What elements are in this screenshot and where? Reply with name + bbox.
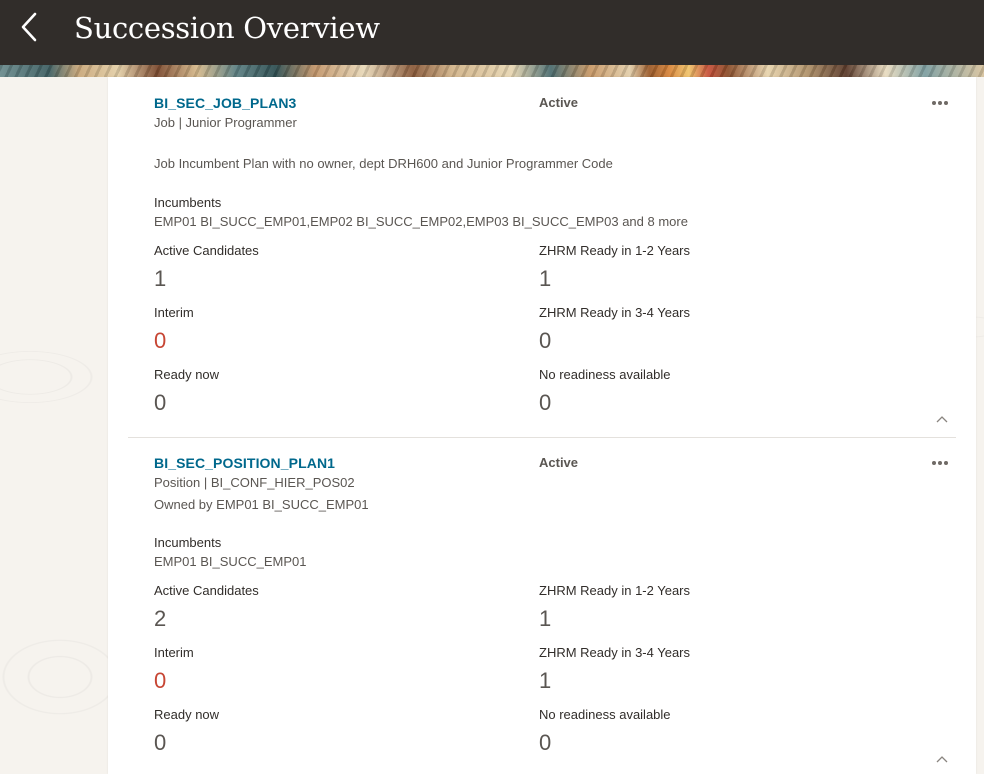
ready-3-4-value: 1 bbox=[539, 668, 552, 693]
ready-now-value: 0 bbox=[154, 730, 167, 755]
chevron-left-icon bbox=[21, 12, 37, 42]
interim-value: 0 bbox=[154, 328, 167, 353]
active-candidates-value: 2 bbox=[154, 606, 167, 631]
plan-description: Job Incumbent Plan with no owner, dept D… bbox=[154, 156, 613, 171]
interim-label: Interim bbox=[154, 305, 194, 320]
app-header: Succession Overview bbox=[0, 0, 984, 65]
incumbents-value: EMP01 BI_SUCC_EMP01,EMP02 BI_SUCC_EMP02,… bbox=[154, 214, 688, 229]
plan-name-link[interactable]: BI_SEC_JOB_PLAN3 bbox=[154, 95, 296, 111]
more-dot bbox=[938, 101, 942, 105]
chevron-up-icon bbox=[936, 416, 948, 423]
ready-now-value: 0 bbox=[154, 390, 167, 415]
active-candidates-label: Active Candidates bbox=[154, 583, 259, 598]
active-candidates-value: 1 bbox=[154, 266, 167, 291]
succession-plan-card: BI_SEC_JOB_PLAN3 Active Job | Junior Pro… bbox=[128, 95, 956, 435]
ready-now-label: Ready now bbox=[154, 367, 220, 382]
interim-label: Interim bbox=[154, 645, 194, 660]
more-dot bbox=[938, 461, 942, 465]
plan-divider bbox=[128, 437, 956, 438]
more-dots-icon bbox=[932, 101, 936, 105]
plan-status: Active bbox=[539, 95, 579, 110]
no-readiness-value: 0 bbox=[539, 390, 552, 415]
ready-3-4-label: ZHRM Ready in 3-4 Years bbox=[539, 305, 691, 320]
succession-plans-panel[interactable]: BI_SEC_JOB_PLAN3 Active Job | Junior Pro… bbox=[108, 77, 976, 774]
succession-plan-card: BI_SEC_POSITION_PLAN1 Active Position | … bbox=[128, 455, 956, 774]
ready-now-label: Ready now bbox=[154, 707, 220, 722]
more-actions-button[interactable] bbox=[928, 95, 952, 111]
ready-1-2-label: ZHRM Ready in 1-2 Years bbox=[539, 243, 691, 258]
ready-1-2-value: 1 bbox=[539, 606, 552, 631]
incumbents-value: EMP01 BI_SUCC_EMP01 bbox=[154, 554, 307, 569]
plan-status: Active bbox=[539, 455, 579, 470]
more-actions-button[interactable] bbox=[928, 455, 952, 471]
active-candidates-label: Active Candidates bbox=[154, 243, 259, 258]
incumbents-label: Incumbents bbox=[154, 535, 222, 550]
no-readiness-label: No readiness available bbox=[539, 367, 671, 382]
no-readiness-label: No readiness available bbox=[539, 707, 671, 722]
plan-owner: Owned by EMP01 BI_SUCC_EMP01 bbox=[154, 497, 369, 512]
plan-type: Job | Junior Programmer bbox=[154, 115, 297, 130]
ready-1-2-value: 1 bbox=[539, 266, 552, 291]
back-button[interactable] bbox=[14, 10, 44, 44]
more-dot bbox=[944, 461, 948, 465]
incumbents-label: Incumbents bbox=[154, 195, 222, 210]
no-readiness-value: 0 bbox=[539, 730, 552, 755]
ready-3-4-value: 0 bbox=[539, 328, 552, 353]
interim-value: 0 bbox=[154, 668, 167, 693]
more-dots-icon bbox=[932, 461, 936, 465]
chevron-up-icon bbox=[936, 756, 948, 763]
collapse-button[interactable] bbox=[934, 413, 950, 425]
more-dot bbox=[944, 101, 948, 105]
plan-type: Position | BI_CONF_HIER_POS02 bbox=[154, 475, 355, 490]
collapse-button[interactable] bbox=[934, 753, 950, 765]
ready-3-4-label: ZHRM Ready in 3-4 Years bbox=[539, 645, 691, 660]
page-title: Succession Overview bbox=[74, 11, 380, 45]
decorative-banner bbox=[0, 65, 984, 77]
plan-name-link[interactable]: BI_SEC_POSITION_PLAN1 bbox=[154, 455, 335, 471]
ready-1-2-label: ZHRM Ready in 1-2 Years bbox=[539, 583, 691, 598]
